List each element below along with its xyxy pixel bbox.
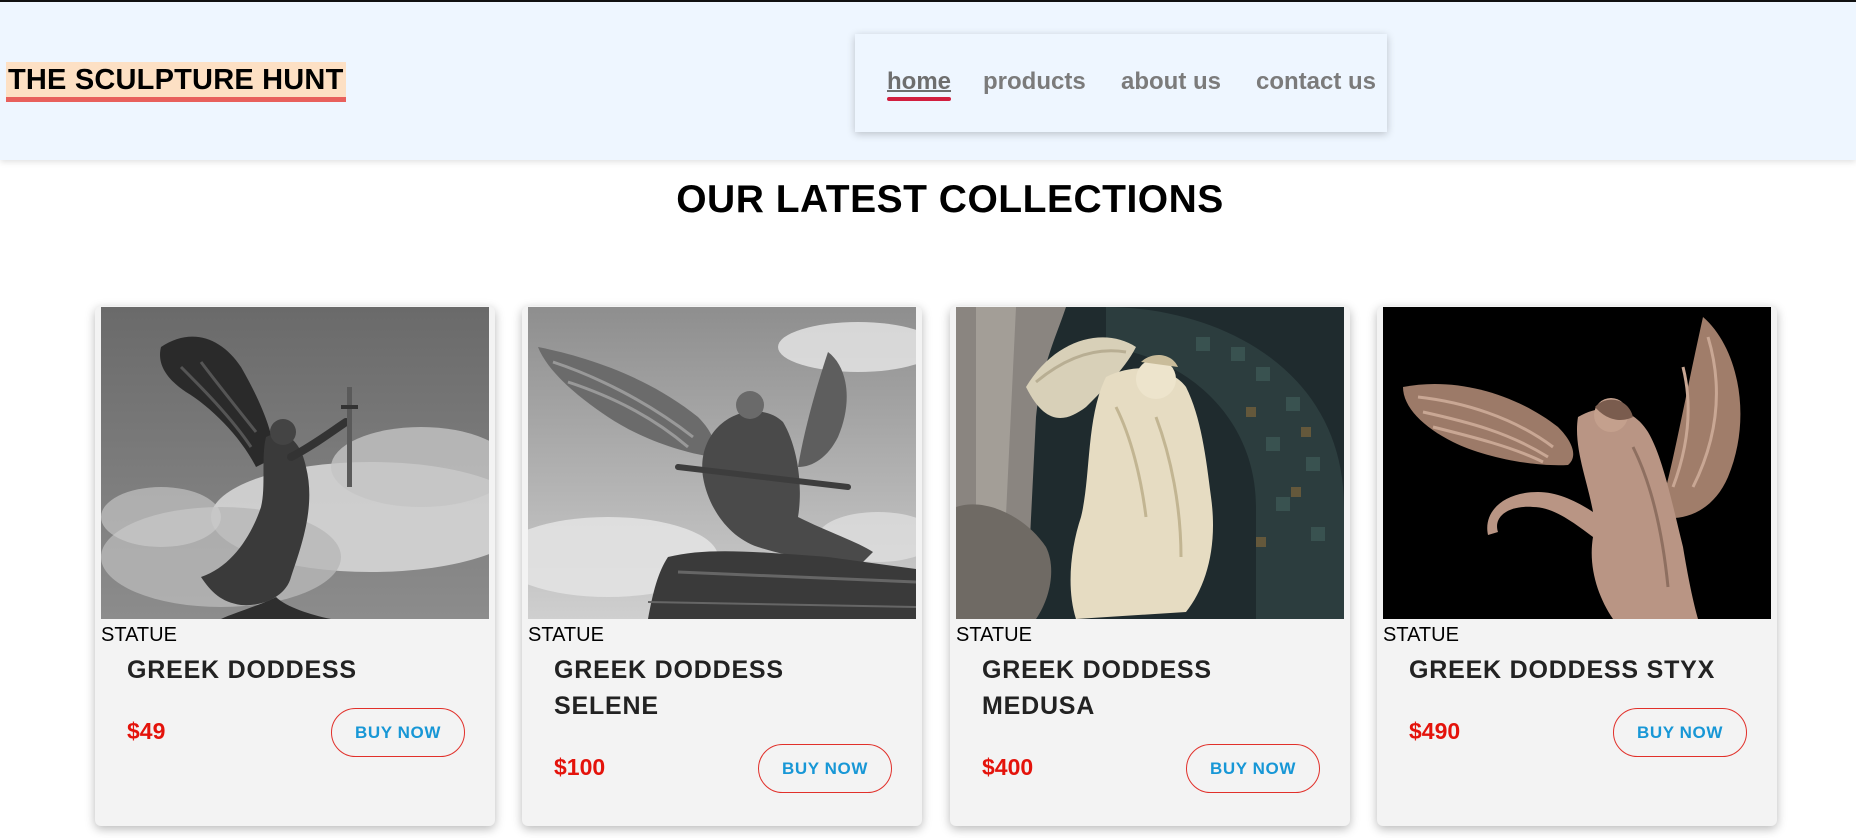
product-card: STATUE GREEK DODDESS $49 BUY NOW <box>95 306 495 826</box>
product-name: GREEK DODDESS MEDUSA <box>982 656 1212 720</box>
nav-item-about-us[interactable]: about us <box>1121 68 1221 96</box>
nav-item-home[interactable]: home <box>887 68 952 101</box>
product-price: $100 <box>554 754 606 780</box>
product-category: STATUE <box>528 624 604 646</box>
product-card: STATUE GREEK DODDESS STYX $490 BUY NOW <box>1377 306 1777 826</box>
product-card: STATUE GREEK DODDESS SELENE $100 BUY NOW <box>522 306 922 826</box>
nav-item-contact-us[interactable]: contact us <box>1256 68 1376 96</box>
product-category: STATUE <box>1383 624 1459 646</box>
nav-item-products[interactable]: products <box>983 68 1086 96</box>
buy-now-button[interactable]: BUY NOW <box>331 708 465 757</box>
product-image-angel-selene[interactable] <box>528 307 916 619</box>
product-price: $490 <box>1409 718 1461 744</box>
product-card: STATUE GREEK DODDESS MEDUSA $400 BUY NOW <box>950 306 1350 826</box>
product-name: GREEK DODDESS <box>127 656 357 684</box>
product-price: $49 <box>127 718 166 744</box>
buy-now-button[interactable]: BUY NOW <box>758 744 892 793</box>
main-nav: home products about us contact us <box>855 34 1387 132</box>
site-header: THE SCULPTURE HUNT home products about u… <box>0 0 1856 160</box>
site-logo[interactable]: THE SCULPTURE HUNT <box>6 62 346 102</box>
product-name: GREEK DODDESS STYX <box>1409 656 1716 684</box>
page-title: OUR LATEST COLLECTIONS <box>676 178 1224 221</box>
product-image-angel-sword[interactable] <box>101 307 489 619</box>
buy-now-button[interactable]: BUY NOW <box>1186 744 1320 793</box>
product-price: $400 <box>982 754 1034 780</box>
product-image-angel-styx[interactable] <box>1383 307 1771 619</box>
product-image-angel-medusa[interactable] <box>956 307 1344 619</box>
product-name: GREEK DODDESS SELENE <box>554 656 784 720</box>
product-category: STATUE <box>956 624 1032 646</box>
product-category: STATUE <box>101 624 177 646</box>
buy-now-button[interactable]: BUY NOW <box>1613 708 1747 757</box>
